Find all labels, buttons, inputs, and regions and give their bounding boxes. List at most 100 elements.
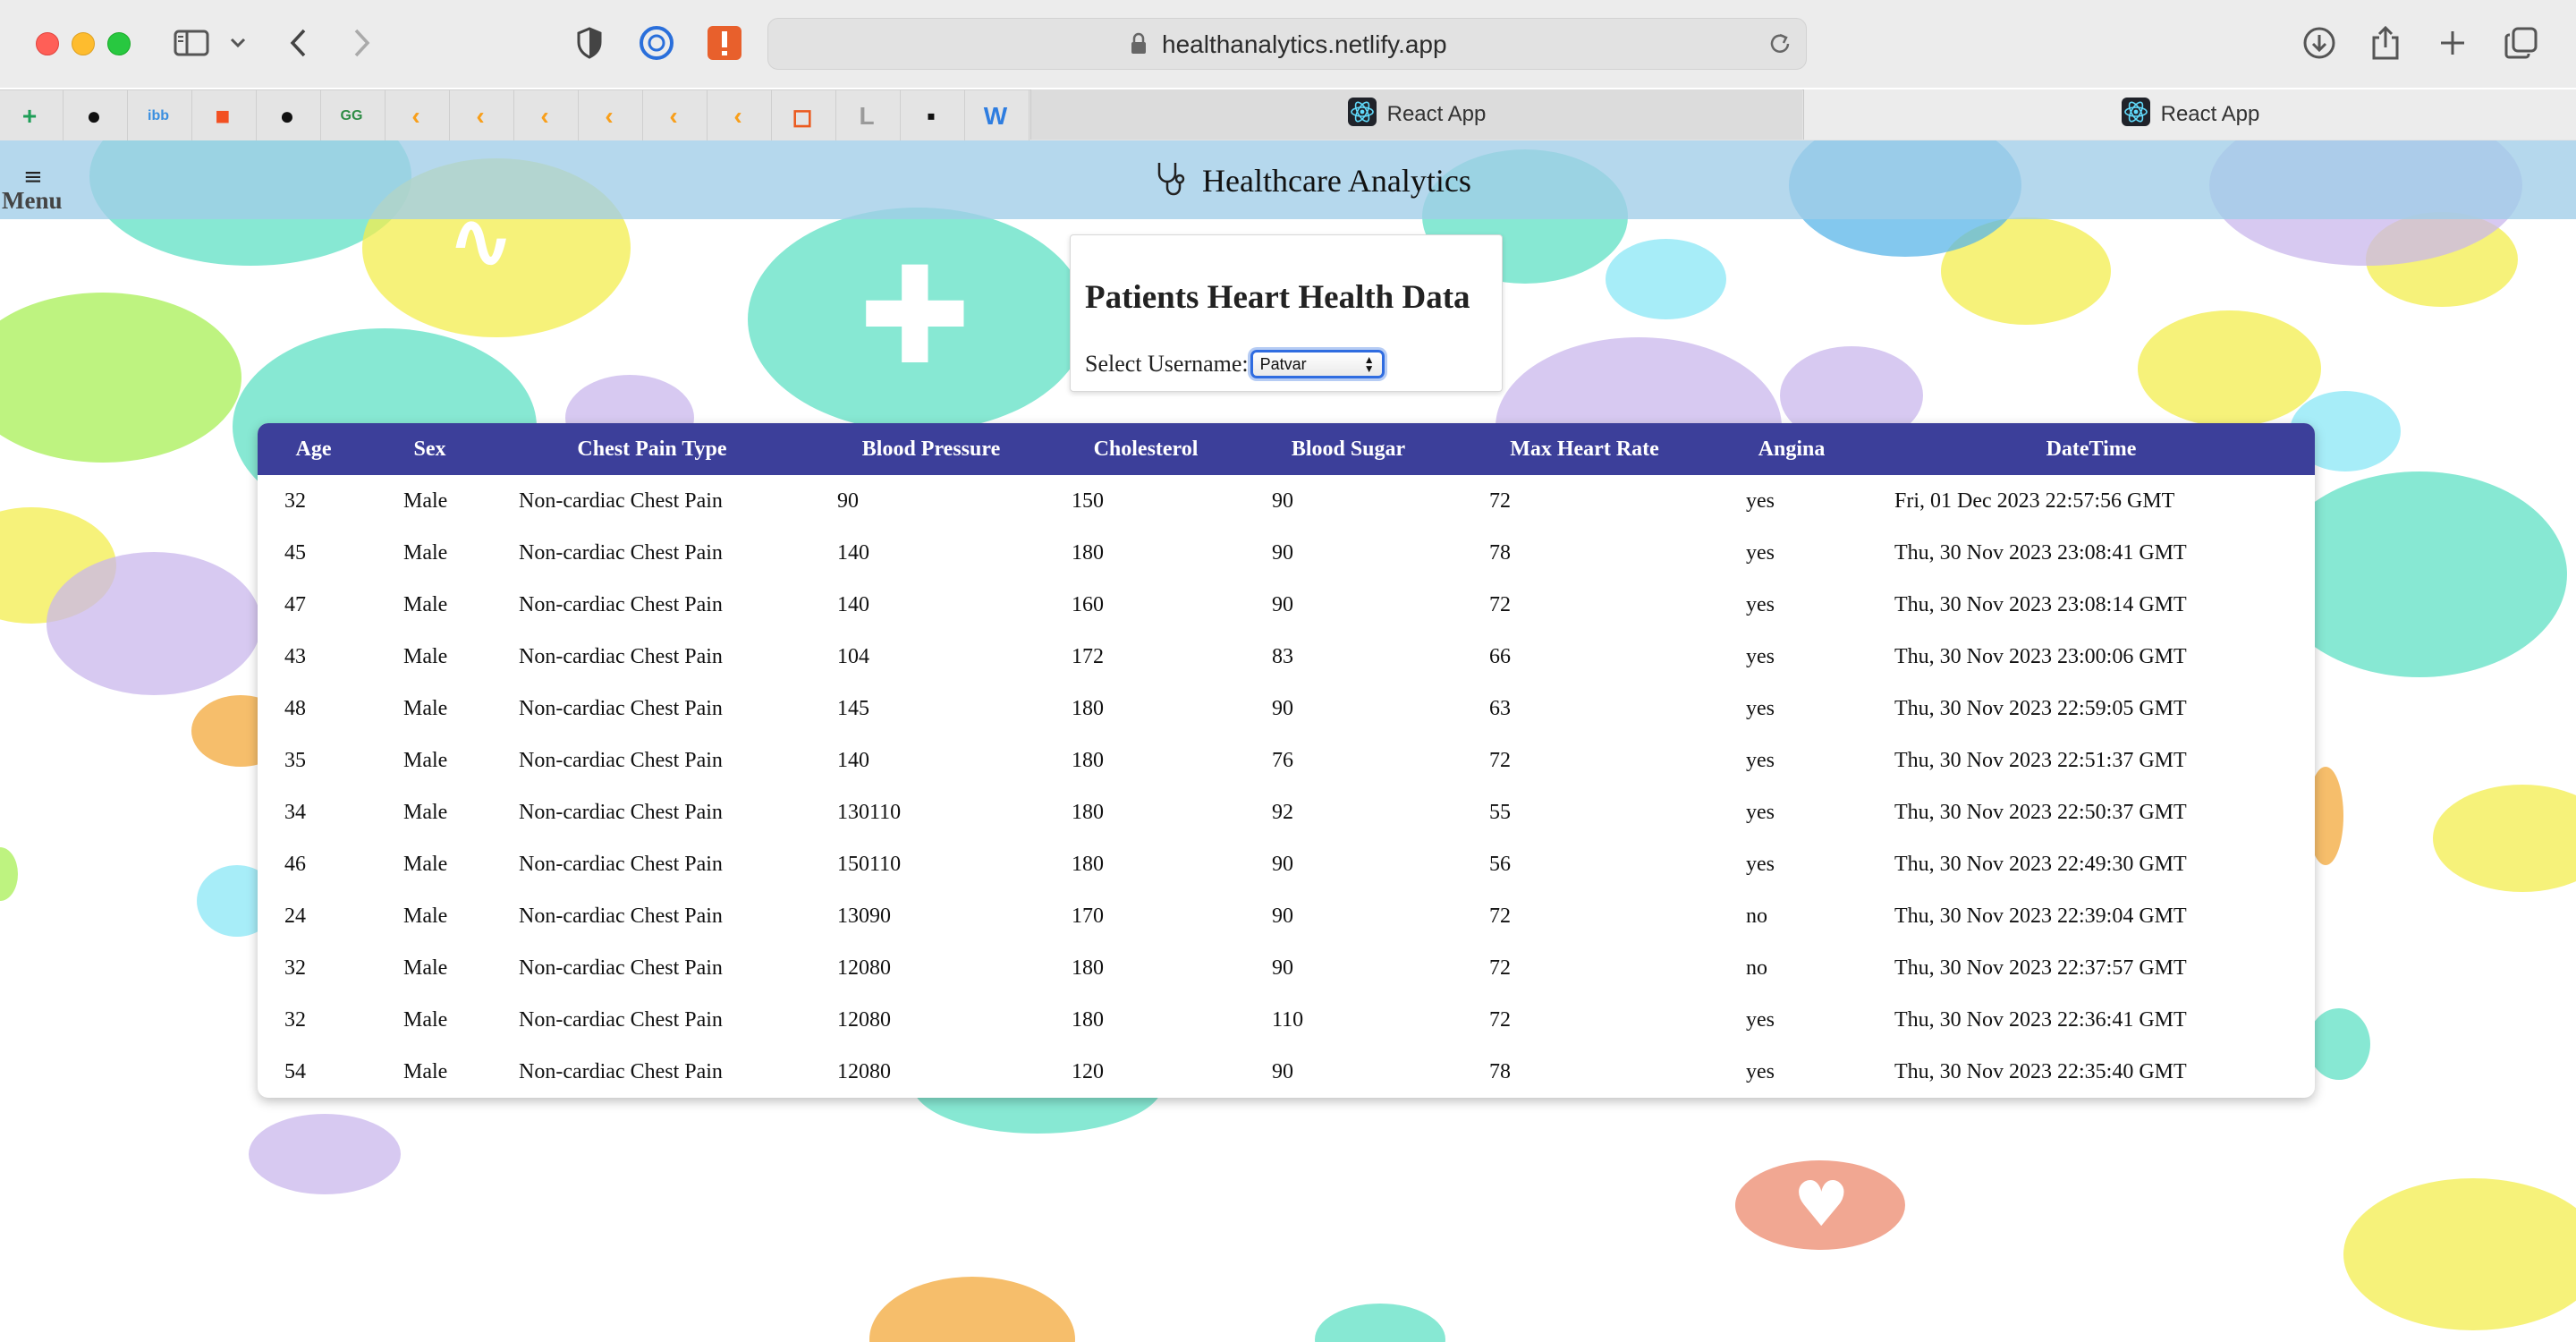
table-cell: yes	[1746, 540, 1775, 565]
table-cell: Non-cardiac Chest Pain	[519, 1007, 723, 1032]
favorites-separator	[63, 90, 64, 140]
l-icon[interactable]: L	[850, 99, 884, 133]
leetcode-icon[interactable]: ‹	[528, 99, 562, 133]
nurse-bubble	[869, 1277, 1075, 1342]
back-arrow-icon[interactable]	[288, 23, 309, 63]
table-cell: 104	[837, 644, 869, 668]
table-cell: 180	[1072, 956, 1104, 980]
table-row[interactable]: 24 Male Non-cardiac Chest Pain 13090 170 90 72…	[258, 890, 2315, 942]
column-header[interactable]: Age	[258, 423, 369, 475]
table-cell: yes	[1746, 644, 1775, 668]
username-select[interactable]: Patvar ▲ ▼	[1250, 350, 1385, 378]
heart-icon: ♥	[1793, 1168, 1850, 1241]
column-header[interactable]: Angina	[1716, 423, 1868, 475]
chevron-down-icon[interactable]	[229, 23, 247, 63]
leetcode-icon[interactable]: ‹	[463, 99, 497, 133]
table-row[interactable]: 46 Male Non-cardiac Chest Pain 150110 180 90 5…	[258, 838, 2315, 890]
table-cell: 90	[1272, 956, 1293, 980]
table-cell: yes	[1746, 696, 1775, 720]
browser-titlebar: healthanalytics.netlify.app	[0, 0, 2576, 88]
table-cell: 43	[284, 644, 306, 668]
stethoscope-icon	[1152, 159, 1191, 203]
close-window-button[interactable]	[36, 32, 59, 55]
cross-icon: ✚	[859, 239, 971, 395]
username-select-row: Select Username: Patvar ▲ ▼	[1085, 350, 1385, 378]
zoom-window-button[interactable]	[107, 32, 131, 55]
table-cell: Non-cardiac Chest Pain	[519, 696, 723, 720]
tab-label: React App	[1386, 102, 1487, 126]
github-icon[interactable]: ●	[270, 99, 304, 133]
address-bar[interactable]: healthanalytics.netlify.app	[767, 18, 1807, 70]
table-row[interactable]: 34 Male Non-cardiac Chest Pain 130110 180 92 5…	[258, 786, 2315, 838]
page-viewport: ∿ ✚ ♥ ≡ Menu Healthcare Analytics Patien…	[0, 140, 2576, 1342]
table-cell: yes	[1746, 592, 1775, 616]
table-row[interactable]: 35 Male Non-cardiac Chest Pain 140 180 76 72 ye…	[258, 735, 2315, 786]
column-header[interactable]: DateTime	[1868, 423, 2315, 475]
column-header[interactable]: Sex	[369, 423, 490, 475]
table-cell: 90	[1272, 904, 1293, 928]
table-cell: 32	[284, 956, 306, 980]
table-cell: 13090	[837, 904, 891, 928]
leetcode-icon[interactable]: ‹	[399, 99, 433, 133]
minimize-window-button[interactable]	[72, 32, 95, 55]
table-row[interactable]: 45 Male Non-cardiac Chest Pain 140 180 90 78 ye…	[258, 527, 2315, 579]
reload-icon[interactable]	[1768, 31, 1792, 61]
top-navbar: ≡ Menu Healthcare Analytics	[0, 140, 2576, 219]
leetcode-icon[interactable]: ‹	[721, 99, 755, 133]
table-row[interactable]: 43 Male Non-cardiac Chest Pain 104 172 83 66 ye…	[258, 631, 2315, 683]
table-cell: 145	[837, 696, 869, 720]
table-cell: Non-cardiac Chest Pain	[519, 488, 723, 513]
office-icon[interactable]: ◻	[785, 99, 819, 133]
menu-button[interactable]: ≡ Menu	[2, 166, 73, 215]
leetcode-icon[interactable]: ‹	[657, 99, 691, 133]
table-row[interactable]: 32 Male Non-cardiac Chest Pain 12080 180 90 72…	[258, 942, 2315, 994]
menu-label: Menu	[2, 187, 63, 214]
column-header[interactable]: Cholesterol	[1048, 423, 1243, 475]
new-tab-plus-icon[interactable]	[2438, 23, 2467, 63]
table-cell: 12080	[837, 956, 891, 980]
table-cell: 180	[1072, 540, 1104, 565]
sheets-icon[interactable]: +	[13, 99, 47, 133]
ibb-icon[interactable]: ibb	[141, 99, 175, 133]
w-icon[interactable]: W	[979, 99, 1013, 133]
alert-extension-icon[interactable]	[707, 23, 742, 63]
downloads-icon[interactable]	[2302, 23, 2336, 63]
extension-icon[interactable]	[639, 23, 674, 63]
table-cell: 90	[1272, 1059, 1293, 1083]
forward-arrow-icon[interactable]	[351, 23, 372, 63]
github-icon[interactable]: ●	[77, 99, 111, 133]
table-cell: 35	[284, 748, 306, 772]
heartbeat-bubble	[2343, 1178, 2576, 1330]
table-row[interactable]: 54 Male Non-cardiac Chest Pain 12080 120 90 78…	[258, 1046, 2315, 1098]
favorites-separator	[642, 90, 643, 140]
dark-app-icon[interactable]: ▪	[914, 99, 948, 133]
table-cell: 130110	[837, 800, 902, 824]
app-title: Healthcare Analytics	[1202, 163, 1471, 199]
table-cell: Thu, 30 Nov 2023 22:49:30 GMT	[1894, 852, 2187, 876]
table-cell: 72	[1489, 592, 1511, 616]
leetcode-icon[interactable]: ‹	[592, 99, 626, 133]
table-row[interactable]: 47 Male Non-cardiac Chest Pain 140 160 90 72 ye…	[258, 579, 2315, 631]
microsoft-icon[interactable]: ■	[206, 99, 240, 133]
table-cell: Male	[403, 696, 448, 720]
table-cell: Non-cardiac Chest Pain	[519, 852, 723, 876]
tab-react-app-1[interactable]: React App	[1030, 89, 1802, 140]
column-header[interactable]: Blood Sugar	[1243, 423, 1453, 475]
tab-react-app-2[interactable]: React App	[1803, 89, 2576, 140]
share-icon[interactable]	[2370, 23, 2401, 63]
geeksforgeeks-icon[interactable]: GG	[335, 99, 369, 133]
table-row[interactable]: 32 Male Non-cardiac Chest Pain 12080 180 110 7…	[258, 994, 2315, 1046]
patient-select-card: Patients Heart Health Data Select Userna…	[1070, 234, 1503, 392]
table-row[interactable]: 48 Male Non-cardiac Chest Pain 145 180 90 63 ye…	[258, 683, 2315, 735]
table-cell: 140	[837, 592, 869, 616]
column-header[interactable]: Blood Pressure	[814, 423, 1048, 475]
tab-overview-icon[interactable]	[2504, 23, 2538, 63]
table-cell: 72	[1489, 748, 1511, 772]
table-row[interactable]: 32 Male Non-cardiac Chest Pain 90 150 90 72 yes…	[258, 475, 2315, 527]
privacy-shield-icon[interactable]	[576, 23, 603, 63]
column-header[interactable]: Chest Pain Type	[490, 423, 814, 475]
table-cell: Male	[403, 1007, 448, 1032]
table-cell: Male	[403, 956, 448, 980]
column-header[interactable]: Max Heart Rate	[1453, 423, 1716, 475]
sidebar-toggle-icon[interactable]	[174, 23, 209, 63]
